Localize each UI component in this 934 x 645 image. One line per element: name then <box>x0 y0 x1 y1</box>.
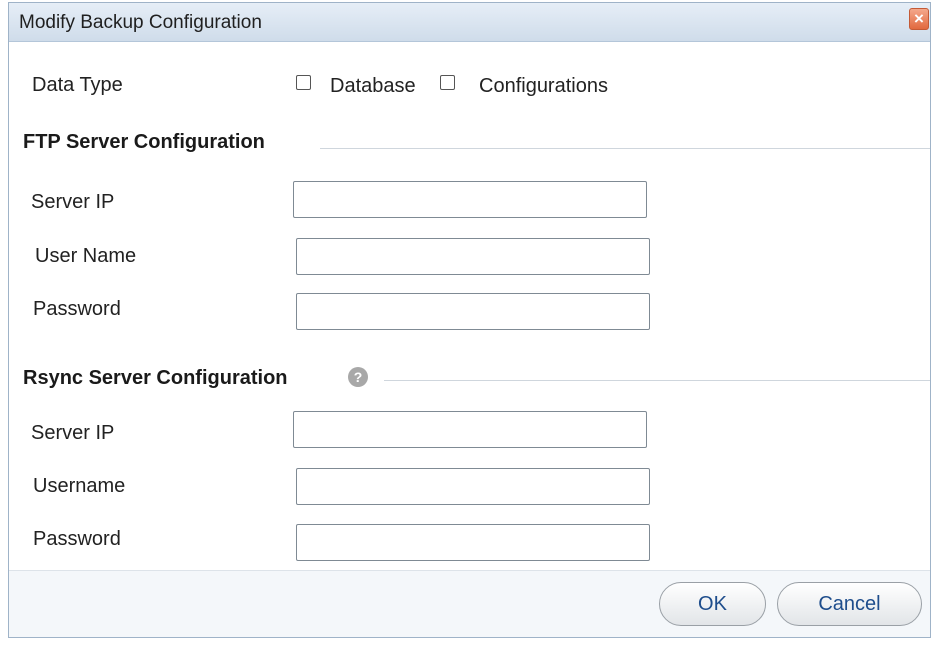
rsync-server-ip-input[interactable] <box>293 411 647 448</box>
ok-button[interactable]: OK <box>659 582 766 626</box>
ftp-server-ip-input[interactable] <box>293 181 647 218</box>
ftp-password-input[interactable] <box>296 293 650 330</box>
ftp-password-label: Password <box>33 298 121 320</box>
configurations-checkbox-label[interactable]: Configurations <box>479 75 608 98</box>
rsync-password-label: Password <box>33 528 121 550</box>
ftp-username-input[interactable] <box>296 238 650 275</box>
close-icon[interactable]: × <box>909 8 929 30</box>
database-checkbox[interactable] <box>296 75 311 90</box>
rsync-section-divider <box>384 380 930 381</box>
rsync-username-label: Username <box>33 475 126 497</box>
dialog-titlebar[interactable]: Modify Backup Configuration × <box>9 3 930 42</box>
rsync-username-input[interactable] <box>296 468 650 505</box>
ftp-server-ip-label: Server IP <box>31 191 115 213</box>
ftp-section-divider <box>320 148 930 149</box>
database-checkbox-label[interactable]: Database <box>330 75 416 98</box>
dialog-footer: OK Cancel <box>9 570 930 637</box>
ftp-username-label: User Name <box>35 245 137 267</box>
data-type-label: Data Type <box>32 74 123 96</box>
rsync-section-title: Rsync Server Configuration <box>23 367 288 389</box>
modify-backup-dialog: Modify Backup Configuration × Data Type … <box>8 2 931 638</box>
help-icon[interactable]: ? <box>348 367 368 387</box>
rsync-server-ip-label: Server IP <box>31 422 115 444</box>
configurations-checkbox[interactable] <box>440 75 455 90</box>
dialog-title: Modify Backup Configuration <box>19 12 262 33</box>
ftp-section-title: FTP Server Configuration <box>23 131 265 153</box>
rsync-password-input[interactable] <box>296 524 650 561</box>
cancel-button[interactable]: Cancel <box>777 582 922 626</box>
